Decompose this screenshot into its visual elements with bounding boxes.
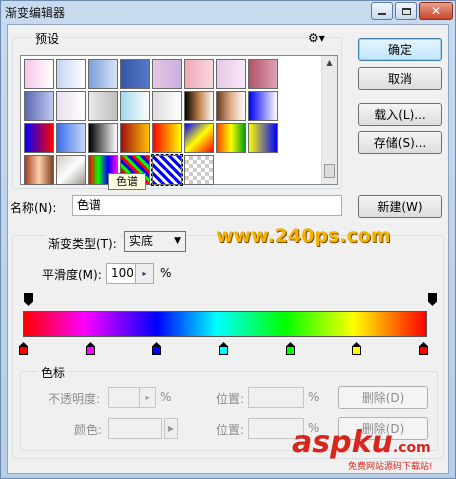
save-button[interactable]: 存储(S)... [358,131,442,154]
watermark-com: .com [392,440,431,456]
gradient-type-select[interactable]: 实底 ▼ [124,231,186,252]
preset-swatch[interactable] [56,91,86,121]
smoothness-input[interactable]: 100 ▸ [106,263,154,284]
preset-swatch[interactable] [184,91,214,121]
watermark-ku: ku [351,425,393,460]
preset-swatch[interactable] [248,91,278,121]
preset-swatch[interactable] [120,123,150,153]
preset-swatch[interactable] [184,155,214,185]
preset-swatch[interactable] [248,59,278,89]
opacity-stop-icon [428,293,437,306]
scroll-up-icon[interactable]: ▲ [324,58,335,70]
opacity-stop-right[interactable] [428,293,437,307]
opacity-stop-icon [24,293,33,306]
color-stop[interactable] [352,341,361,355]
color-stop[interactable] [286,341,295,355]
color-swatch[interactable] [108,418,162,439]
opacity-location-label: 位置: [216,392,245,406]
opacity-input[interactable]: ▸ [108,387,156,408]
watermark-aspku: aspku.com [292,425,431,460]
close-button[interactable]: ✕ [419,2,453,20]
color-arrow-icon[interactable]: ▶ [164,418,178,439]
preset-swatch[interactable] [56,155,86,185]
smoothness-unit: % [160,266,172,280]
smoothness-value: 100 [111,266,134,280]
new-button[interactable]: 新建(W) [358,195,442,218]
preset-swatch[interactable] [152,123,182,153]
preset-swatch[interactable] [216,123,246,153]
load-button[interactable]: 载入(L)... [358,103,442,126]
presets-scrollbar[interactable]: ▲ [321,56,337,184]
presets-grid[interactable]: ▲ [20,55,338,186]
preset-swatch[interactable] [24,155,54,185]
preset-swatch[interactable] [56,123,86,153]
color-stop[interactable] [419,341,428,355]
preset-swatch[interactable] [88,59,118,89]
gradient-preview-bar[interactable] [23,311,427,337]
opacity-label: 不透明度: [48,392,101,406]
color-stop[interactable] [86,341,95,355]
opacity-location-input[interactable] [248,387,304,408]
watermark-240ps: www.240ps.com [216,225,391,247]
opacity-stop-left[interactable] [24,293,33,307]
preset-swatch[interactable] [184,59,214,89]
color-label: 颜色: [74,423,103,437]
smoothness-arrow-icon[interactable]: ▸ [135,264,153,283]
opacity-arrow-icon[interactable]: ▸ [139,388,155,407]
minimize-icon [378,13,386,15]
preset-tooltip: 色谱 [108,173,146,190]
preset-swatch[interactable] [152,59,182,89]
opacity-unit: % [160,390,172,404]
scroll-thumb[interactable] [324,164,335,178]
preset-swatch[interactable] [184,123,214,153]
preset-swatch[interactable] [24,91,54,121]
preset-swatch[interactable] [152,91,182,121]
watermark-subtitle: 免费网站源码下载站! [348,462,433,472]
stops-group-label: 色标 [38,364,69,381]
ok-button[interactable]: 确定 [358,38,442,61]
gradient-type-value: 实底 [129,234,154,248]
preset-swatch[interactable] [88,91,118,121]
color-location-label: 位置: [216,423,245,437]
color-stop[interactable] [19,341,28,355]
smoothness-label: 平滑度(M): [42,268,102,282]
preset-swatch[interactable] [24,123,54,153]
preset-swatch[interactable] [248,123,278,153]
preset-swatch[interactable] [88,123,118,153]
presets-menu-gear-icon[interactable]: ⚙▾ [308,31,325,45]
watermark-asp: asp [292,425,352,460]
preset-swatch[interactable] [56,59,86,89]
window-title: 渐变编辑器 [5,6,66,20]
preset-swatch[interactable] [120,59,150,89]
cancel-button[interactable]: 取消 [358,67,442,90]
preset-swatch[interactable] [24,59,54,89]
color-stop[interactable] [152,341,161,355]
preset-swatch[interactable] [216,91,246,121]
maximize-button[interactable] [395,2,417,20]
maximize-icon [401,7,411,15]
minimize-button[interactable] [371,2,393,20]
preset-swatch[interactable] [120,91,150,121]
color-stop[interactable] [219,341,228,355]
dialog-body: 预设 ⚙▾ ▲ 色谱 确定 取消 载入(L)... 存储(S)... 名称(N)… [7,24,449,474]
preset-swatch[interactable] [216,59,246,89]
gradient-editor-window: 渐变编辑器 ✕ 预设 ⚙▾ ▲ 色谱 确定 取消 载入(L)... 存储(S).… [0,0,456,479]
gradient-type-label: 渐变类型(T): [46,235,119,252]
opacity-location-unit: % [308,390,320,404]
name-input[interactable]: 色谱 [72,195,342,216]
delete-opacity-stop-button[interactable]: 删除(D) [338,386,428,409]
title-bar: 渐变编辑器 ✕ [1,1,455,23]
preset-swatch[interactable] [151,154,183,186]
name-label: 名称(N): [10,201,57,215]
chevron-down-icon: ▼ [174,236,181,246]
presets-label: 预设 [32,30,63,47]
close-icon: ✕ [430,4,442,18]
